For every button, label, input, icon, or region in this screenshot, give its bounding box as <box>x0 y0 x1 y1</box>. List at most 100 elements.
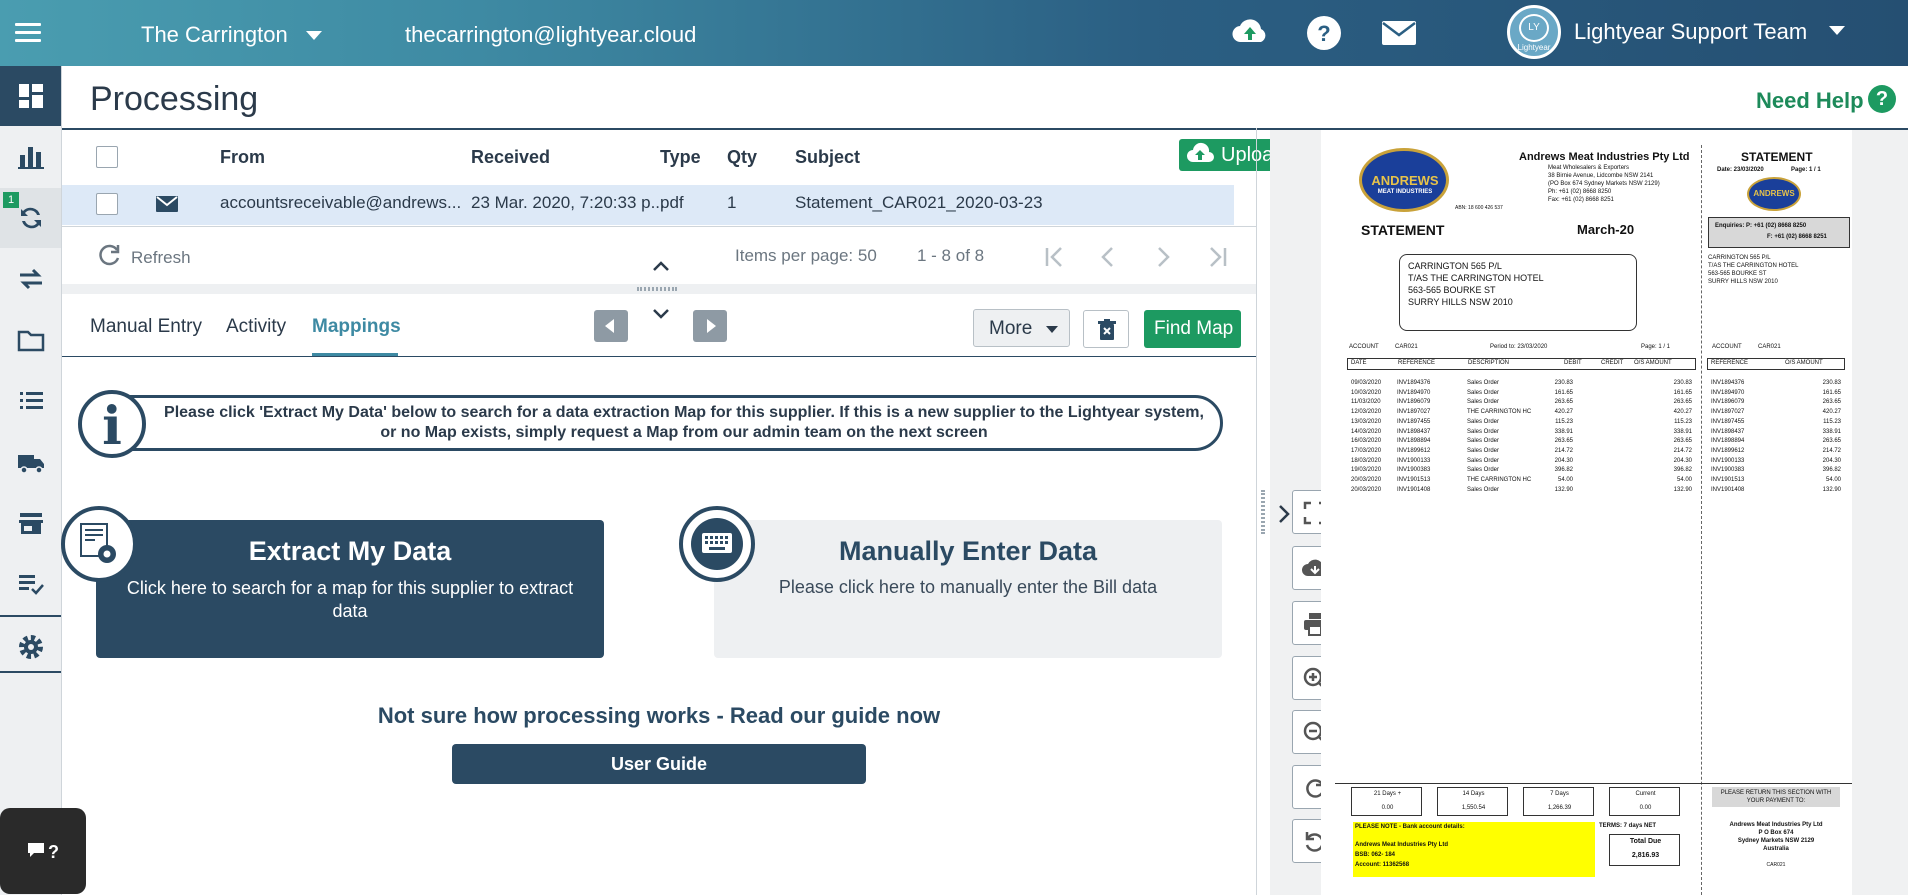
items-per-page-select[interactable]: 50 <box>858 246 877 265</box>
line-debit: 420.27 <box>1554 409 1573 416</box>
supplier-logo: ANDREWS MEAT INDUSTRIES <box>1359 148 1449 212</box>
refresh-icon[interactable] <box>96 242 122 268</box>
store-icon <box>18 513 43 534</box>
tab-activity[interactable]: Activity <box>226 316 286 338</box>
line-description: THE CARRINGTON HC <box>1467 477 1532 483</box>
line-date: 18/03/2020 <box>1351 457 1382 464</box>
line-os-amount: 161.65 <box>1673 389 1692 396</box>
remit-line-reference: INV1896079 <box>1711 399 1745 406</box>
row-checkbox[interactable] <box>96 193 118 215</box>
customer-line-1: CARRINGTON 565 P/L <box>1408 261 1502 271</box>
tab-mappings[interactable]: Mappings <box>312 316 401 338</box>
first-page-icon[interactable] <box>1039 242 1069 272</box>
column-header-received[interactable]: Received <box>471 147 550 168</box>
sidebar-item-reports[interactable] <box>0 126 61 186</box>
splitter-grip[interactable] <box>637 287 677 291</box>
line-debit: 396.82 <box>1554 467 1573 474</box>
sidebar-item-documents[interactable] <box>0 310 61 370</box>
select-all-checkbox[interactable] <box>96 146 118 168</box>
remit-account-number: CAR021 <box>1758 344 1781 350</box>
cloud-upload-icon[interactable] <box>1230 14 1270 52</box>
more-button[interactable]: More <box>973 309 1070 347</box>
sidebar-item-stores[interactable] <box>0 493 61 553</box>
remit-line-os-amount: 338.91 <box>1822 428 1841 435</box>
refresh-button[interactable]: Refresh <box>131 248 191 268</box>
remit-line-reference: INV1899612 <box>1711 447 1745 454</box>
sidebar-item-lists[interactable] <box>0 371 61 431</box>
sync-icon <box>20 207 41 229</box>
line-os-amount: 204.30 <box>1673 457 1692 464</box>
page-range: 1 - 8 of 8 <box>917 246 985 265</box>
column-header-qty[interactable]: Qty <box>727 147 757 168</box>
extract-my-data-card[interactable]: Extract My Data Click here to search for… <box>96 520 604 658</box>
user-name[interactable]: Lightyear Support Team <box>1574 19 1807 45</box>
row-received: 23 Mar. 2020, 7:20:33 p... <box>471 193 665 212</box>
sidebar-item-approvals[interactable] <box>0 554 61 614</box>
find-map-button[interactable]: Find Map <box>1144 310 1241 348</box>
line-debit: 263.65 <box>1554 438 1573 445</box>
avatar[interactable]: LY Lightyear <box>1507 5 1561 59</box>
line-reference: INV1897455 <box>1397 418 1431 425</box>
user-guide-button[interactable]: User Guide <box>452 744 866 784</box>
svg-text:?: ? <box>48 842 59 862</box>
line-date: 20/03/2020 <box>1351 477 1382 483</box>
user-dropdown-icon[interactable] <box>1829 26 1845 35</box>
column-header-subject[interactable]: Subject <box>795 147 860 168</box>
statement-page: Page: 1 / 1 <box>1791 167 1821 173</box>
expand-down-icon[interactable] <box>650 306 672 322</box>
manually-enter-data-card[interactable]: Manually Enter Data Please click here to… <box>714 520 1222 658</box>
line-date: 16/03/2020 <box>1351 438 1382 445</box>
aging-label: Current <box>1635 791 1656 797</box>
remit-line-os-amount: 230.83 <box>1822 380 1841 386</box>
remit-line-reference: INV1901408 <box>1711 486 1745 493</box>
collapse-up-icon[interactable] <box>650 258 672 274</box>
line-description: Sales Order <box>1467 438 1500 445</box>
supplier-abn: ABN: 18 600 426 537 <box>1455 205 1503 211</box>
line-description: THE CARRINGTON HC <box>1467 409 1532 416</box>
checklist-icon <box>18 575 44 595</box>
need-help-icon[interactable]: ? <box>1868 85 1896 113</box>
line-os-amount: 420.27 <box>1673 409 1692 416</box>
next-page-icon[interactable] <box>1148 242 1178 272</box>
sidebar-item-transfers[interactable] <box>0 249 61 309</box>
sidebar-item-settings[interactable] <box>0 617 61 677</box>
numbered-list-icon <box>19 392 43 409</box>
sidebar-item-suppliers[interactable] <box>0 432 61 492</box>
line-date: 13/03/2020 <box>1351 418 1382 425</box>
find-map-label: Find Map <box>1154 318 1234 339</box>
column-header-from[interactable]: From <box>220 147 265 168</box>
delete-button[interactable] <box>1083 310 1129 348</box>
aging-value: 1,550.54 <box>1461 805 1486 811</box>
sidebar-item-processing[interactable]: 1 <box>0 188 61 248</box>
help-icon[interactable]: ? <box>1304 14 1344 52</box>
chat-help-button[interactable]: ? <box>0 808 86 894</box>
viewer-divider <box>1256 128 1257 895</box>
previous-record-button[interactable] <box>594 310 628 342</box>
line-description: Sales Order <box>1467 486 1500 493</box>
sidebar: 1 <box>0 66 62 895</box>
next-record-button[interactable] <box>693 310 727 342</box>
line-date: 20/03/2020 <box>1351 486 1382 493</box>
col-reference: REFERENCE <box>1398 360 1436 366</box>
line-debit: 115.23 <box>1555 418 1573 425</box>
need-help-link[interactable]: Need Help <box>1756 88 1864 114</box>
remit-line-os-amount: 54.00 <box>1825 477 1841 483</box>
remit-line-reference: INV1894970 <box>1711 389 1745 396</box>
return-note: PLEASE RETURN THIS SECTION WITH YOUR PAY… <box>1720 790 1832 804</box>
supplier-address-2: 38 Birnie Avenue, Lidcombe NSW 2141 <box>1548 173 1654 179</box>
organisation-dropdown-icon[interactable] <box>306 31 322 40</box>
tab-manual-entry[interactable]: Manual Entry <box>90 316 202 338</box>
menu-icon[interactable] <box>12 18 44 48</box>
chevron-right-icon[interactable] <box>1276 503 1292 525</box>
viewer-resize-grip[interactable] <box>1261 490 1265 534</box>
keyboard-icon <box>691 518 743 570</box>
mail-icon[interactable] <box>1379 14 1419 52</box>
extract-data-icon <box>61 506 137 582</box>
organisation-name[interactable]: The Carrington <box>141 22 288 48</box>
row-qty: 1 <box>727 193 737 212</box>
last-page-icon[interactable] <box>1203 242 1233 272</box>
sidebar-item-dashboard[interactable] <box>0 66 61 126</box>
column-header-type[interactable]: Type <box>660 147 701 168</box>
previous-page-icon[interactable] <box>1093 242 1123 272</box>
manual-title: Manually Enter Data <box>838 536 1098 566</box>
